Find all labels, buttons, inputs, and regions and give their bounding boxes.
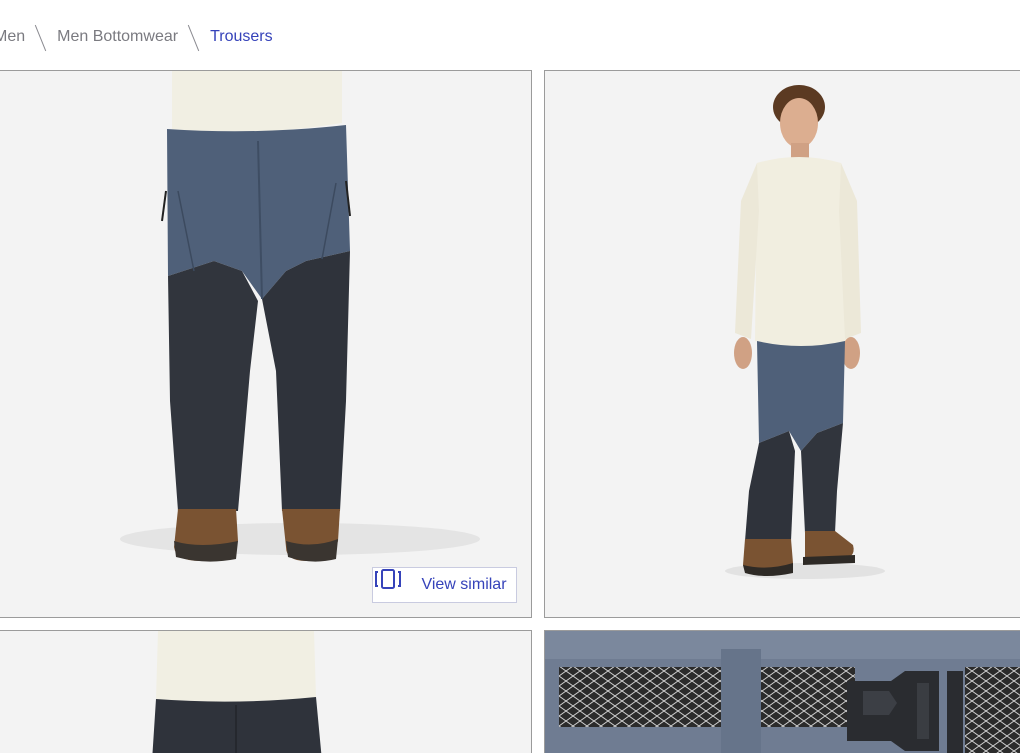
breadcrumb: Men Men Bottomwear Trousers (0, 22, 273, 52)
breadcrumb-item-trousers[interactable]: Trousers (210, 28, 273, 46)
view-similar-label: View similar (421, 576, 507, 593)
breadcrumb-item-men[interactable]: Men (0, 28, 25, 46)
product-image-model[interactable] (544, 70, 1020, 618)
trousers-front-illustration (120, 71, 480, 562)
model-full-body-illustration (725, 85, 885, 579)
breadcrumb-item-men-bottomwear[interactable]: Men Bottomwear (57, 28, 178, 46)
breadcrumb-separator (182, 22, 206, 52)
breadcrumb-separator (29, 22, 53, 52)
product-image-back[interactable] (0, 630, 532, 753)
product-page: Men Men Bottomwear Trousers View similar (0, 0, 1020, 753)
cards-stack-icon (375, 569, 412, 596)
trousers-back-illustration (152, 631, 322, 753)
product-image-belt-detail[interactable] (544, 630, 1020, 753)
belt-buckle-illustration (545, 631, 1020, 753)
product-image-front[interactable]: View similar (0, 70, 532, 618)
view-similar-button[interactable]: View similar (372, 567, 517, 603)
